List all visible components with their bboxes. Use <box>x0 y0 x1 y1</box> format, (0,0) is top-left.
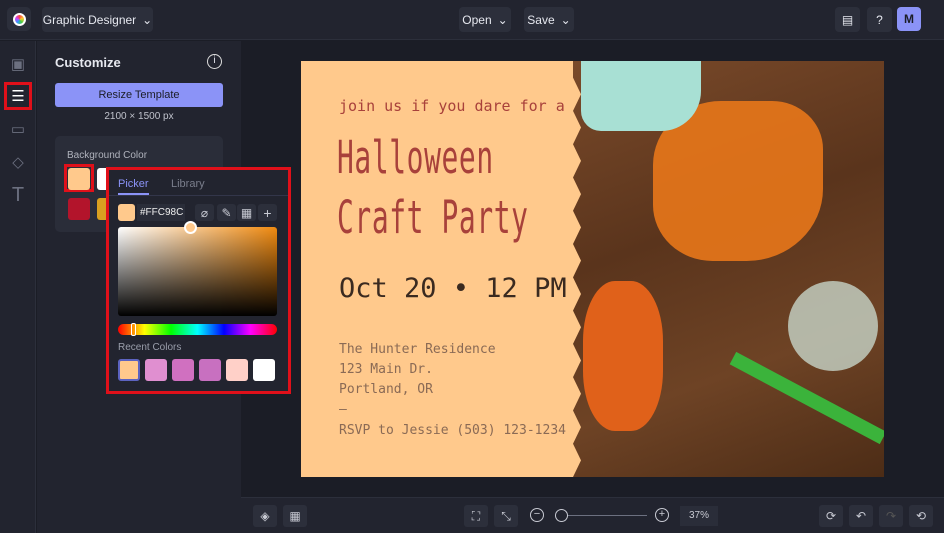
grid-view-icon[interactable]: ▦ <box>283 505 307 527</box>
zoom-in-icon[interactable]: + <box>655 508 669 522</box>
layers-icon[interactable]: ◈ <box>253 505 277 527</box>
grid-icon[interactable]: ▦ <box>237 204 256 221</box>
chevron-down-icon: ⌄ <box>497 12 508 27</box>
tool-rail: ▣ ☰ ▭ ◇ T <box>0 41 36 533</box>
bottom-toolbar: ◈ ▦ ⛶ ⤡ − + 37% ⟳ ↶ ↷ ⟲ <box>241 497 944 533</box>
color-picker-popup: Picker Library #FFC98C ⌀ ✎ ▦ + Recent Co… <box>106 167 291 394</box>
save-label: Save <box>527 12 555 27</box>
rsvp-text: RSVP to Jessie (503) 123-1234 <box>339 423 566 438</box>
saturation-area[interactable] <box>118 227 277 316</box>
date-text: Oct 20 • 12 PM <box>339 273 567 304</box>
hue-handle[interactable] <box>131 323 136 336</box>
zoom-out-icon[interactable]: − <box>530 508 544 522</box>
image-icon[interactable]: ▣ <box>4 50 32 78</box>
dimensions-text: 2100 × 1500 px <box>104 111 174 122</box>
add-color-icon[interactable]: + <box>258 204 277 221</box>
bg-label: Background Color <box>67 150 148 161</box>
chevron-down-icon: ⌄ <box>142 12 153 27</box>
current-color-swatch <box>118 204 135 221</box>
open-label: Open <box>462 12 492 27</box>
recent-colors-label: Recent Colors <box>118 342 182 353</box>
info-icon[interactable]: i <box>207 54 222 69</box>
tab-picker[interactable]: Picker <box>118 178 149 195</box>
sliders-icon[interactable]: ☰ <box>4 82 32 110</box>
hue-slider[interactable] <box>118 324 277 335</box>
layout-icon[interactable]: ▭ <box>4 115 32 143</box>
shrink-icon[interactable]: ⤡ <box>494 505 518 527</box>
zoom-slider[interactable] <box>557 515 647 516</box>
no-color-icon[interactable]: ⌀ <box>195 204 214 221</box>
shapes-icon[interactable]: ◇ <box>4 148 32 176</box>
mode-label: Graphic Designer <box>42 12 137 27</box>
panel-title: Customize <box>55 55 121 70</box>
recent-color-swatch[interactable] <box>172 359 194 381</box>
recent-color-swatch[interactable] <box>199 359 221 381</box>
recent-color-swatch[interactable] <box>118 359 140 381</box>
fit-screen-icon[interactable]: ⛶ <box>464 505 488 527</box>
zoom-percent[interactable]: 37% <box>680 506 718 526</box>
hex-input[interactable]: #FFC98C <box>137 204 185 221</box>
text-icon[interactable]: T <box>4 181 32 209</box>
recent-color-swatch[interactable] <box>253 359 275 381</box>
save-button[interactable]: Save ⌄ <box>524 7 574 32</box>
chevron-down-icon: ⌄ <box>560 12 571 27</box>
zoom-slider-handle[interactable] <box>555 509 568 522</box>
address-line-2: 123 Main Dr. <box>339 362 433 377</box>
title-line-1: Halloween <box>337 131 494 184</box>
dash-separator: – <box>339 402 347 417</box>
mode-dropdown[interactable]: Graphic Designer ⌄ <box>42 7 153 32</box>
recent-color-swatch[interactable] <box>226 359 248 381</box>
undo-icon[interactable]: ↶ <box>849 505 873 527</box>
refresh-icon[interactable]: ⟳ <box>819 505 843 527</box>
saturation-handle[interactable] <box>184 221 197 234</box>
open-button[interactable]: Open ⌄ <box>459 7 511 32</box>
intro-text: join us if you dare for a <box>339 97 565 115</box>
history-icon[interactable]: ⟲ <box>909 505 933 527</box>
top-bar: Graphic Designer ⌄ Open ⌄ Save ⌄ ▤ ? M <box>0 0 944 40</box>
app-logo[interactable] <box>7 7 31 31</box>
craft-photo <box>573 61 884 477</box>
help-icon[interactable]: ? <box>867 7 892 32</box>
resize-template-button[interactable]: Resize Template <box>55 83 223 107</box>
comment-icon[interactable]: ▤ <box>835 7 860 32</box>
tab-library[interactable]: Library <box>171 178 205 190</box>
design-canvas[interactable]: join us if you dare for a Halloween Craf… <box>301 61 884 477</box>
recent-color-swatch[interactable] <box>145 359 167 381</box>
address-line-1: The Hunter Residence <box>339 342 496 357</box>
bg-swatch[interactable] <box>68 168 90 190</box>
title-line-2: Craft Party <box>337 191 529 244</box>
redo-icon[interactable]: ↷ <box>879 505 903 527</box>
avatar[interactable]: M <box>897 7 921 31</box>
eyedropper-icon[interactable]: ✎ <box>217 204 236 221</box>
bg-swatch[interactable] <box>68 198 90 220</box>
address-line-3: Portland, OR <box>339 382 433 397</box>
